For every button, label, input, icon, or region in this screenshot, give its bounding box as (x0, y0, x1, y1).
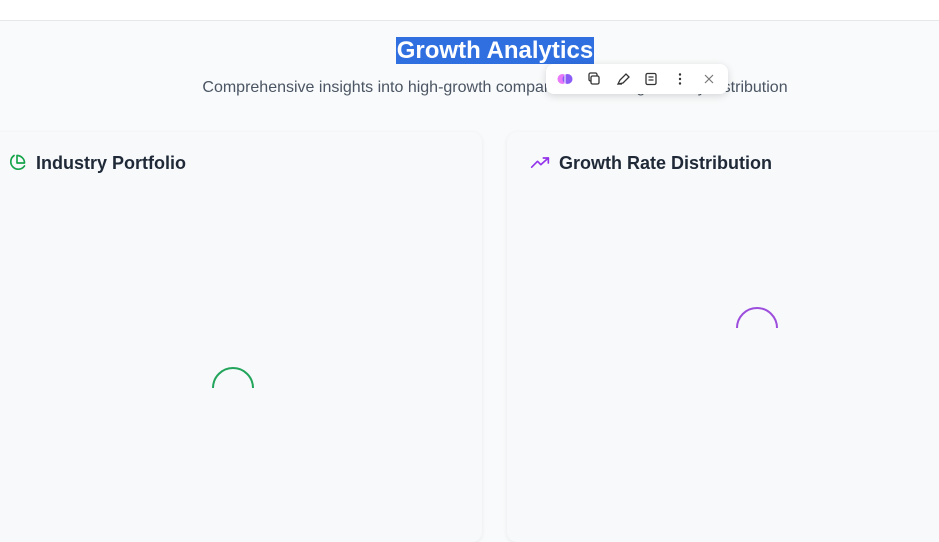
growth-rate-card: Growth Rate Distribution (507, 132, 939, 542)
industry-portfolio-title: Industry Portfolio (36, 152, 186, 173)
page-title: Growth Analytics (0, 36, 939, 66)
loading-spinner (733, 304, 781, 352)
page-subtitle: Comprehensive insights into high-growth … (202, 79, 788, 96)
copy-icon[interactable] (581, 66, 607, 92)
industry-portfolio-card: Industry Portfolio (0, 132, 482, 542)
growth-rate-title: Growth Rate Distribution (559, 152, 772, 173)
loading-spinner (209, 364, 257, 412)
highlight-icon[interactable] (610, 66, 636, 92)
close-icon[interactable] (696, 66, 722, 92)
more-icon[interactable] (667, 66, 693, 92)
note-icon[interactable] (638, 66, 664, 92)
growth-rate-header: Growth Rate Distribution (529, 152, 772, 174)
pie-chart-icon (6, 152, 28, 174)
top-bar (0, 0, 939, 21)
selection-toolbar (546, 64, 728, 94)
selected-title-text: Growth Analytics (395, 37, 595, 64)
brain-icon[interactable] (552, 66, 578, 92)
industry-portfolio-header: Industry Portfolio (6, 152, 186, 174)
trending-up-icon (529, 152, 551, 174)
